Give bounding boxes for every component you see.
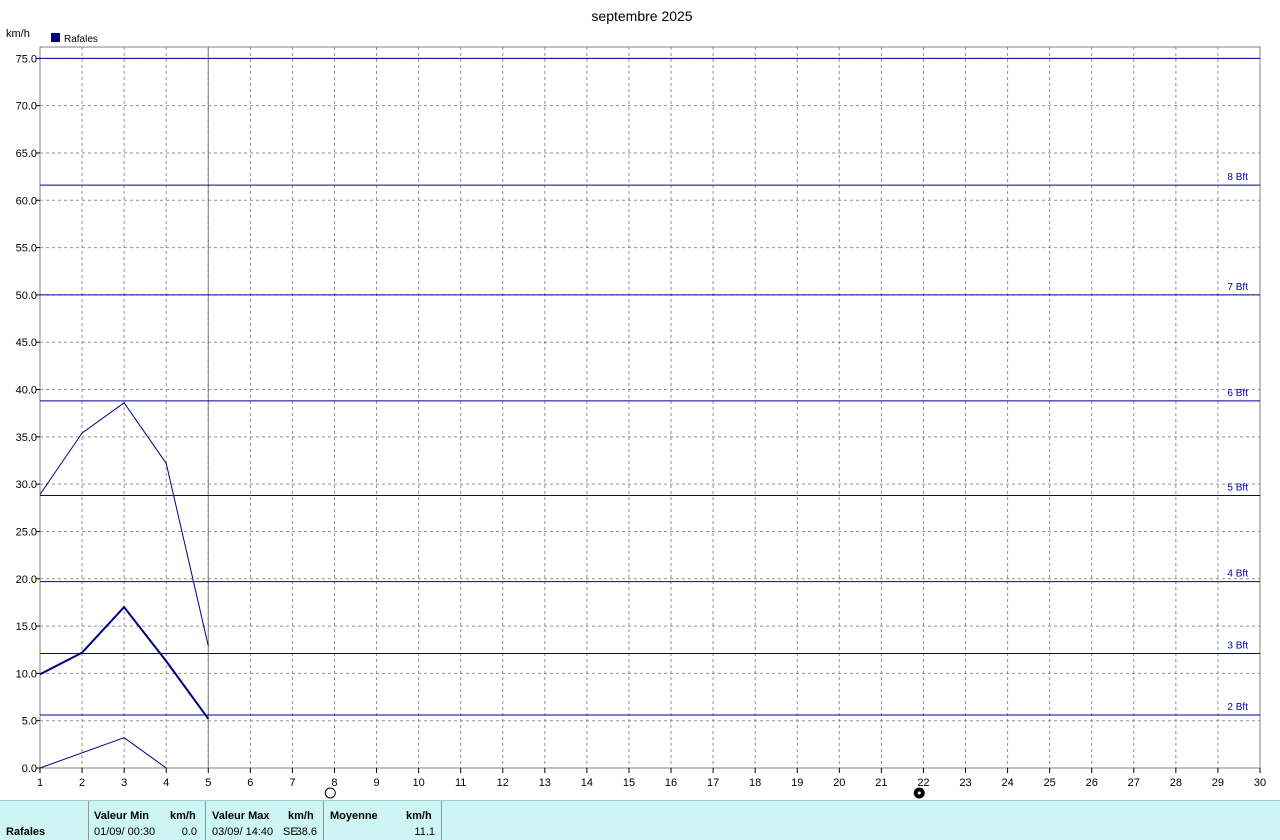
x-tick-label: 15 [623, 777, 635, 789]
x-tick-label: 26 [1086, 777, 1098, 789]
x-tick-label: 13 [539, 777, 551, 789]
chart-title: septembre 2025 [591, 8, 692, 24]
x-tick-label: 17 [707, 777, 719, 789]
beaufort-label: 3 Bft [1227, 641, 1248, 652]
x-tick-label: 14 [581, 777, 593, 789]
x-tick-label: 10 [412, 777, 424, 789]
x-tick-label: 20 [833, 777, 845, 789]
avg-unit: km/h [406, 810, 432, 822]
x-tick-label: 28 [1170, 777, 1182, 789]
y-tick-label: 5.0 [22, 716, 37, 728]
legend-swatch [51, 33, 60, 42]
x-tick-label: 30 [1254, 777, 1266, 789]
beaufort-label: 7 Bft [1227, 282, 1248, 293]
beaufort-label: 6 Bft [1227, 388, 1248, 399]
x-tick-label: 4 [163, 777, 169, 789]
chart: septembre 2025 km/h Rafales 2 Bft 3 Bft 4 … [6, 8, 1266, 799]
legend-label: Rafales [64, 34, 98, 45]
y-tick-label: 30.0 [16, 479, 37, 491]
y-tick-label: 45.0 [16, 337, 37, 349]
y-tick-label: 0.0 [22, 763, 37, 775]
x-tick-label: 22 [917, 777, 929, 789]
x-tick-label: 23 [959, 777, 971, 789]
stats-min-column: Valeur Min km/h 01/09/ 00:30 0.0 [0, 801, 206, 840]
x-tick-label: 9 [373, 777, 379, 789]
min-value: 0.0 [181, 826, 197, 838]
min-date: 01/09/ 00:30 [94, 826, 156, 838]
x-tick-label: 6 [247, 777, 253, 789]
beaufort-label: 4 Bft [1227, 569, 1248, 580]
stats-max-column: Valeur Max km/h 03/09/ 14:40 SE 38.6 [206, 801, 324, 840]
x-tick-label: 11 [455, 777, 466, 789]
max-value: 38.6 [295, 826, 317, 838]
x-tick-label: 19 [791, 777, 803, 789]
x-tick-label: 27 [1128, 777, 1140, 789]
y-tick-label: 20.0 [16, 574, 37, 586]
max-unit: km/h [288, 810, 314, 822]
y-tick-label: 60.0 [16, 195, 37, 207]
x-tick-label: 24 [1001, 777, 1013, 789]
x-tick-label: 16 [665, 777, 677, 789]
max-date: 03/09/ 14:40 [212, 826, 274, 838]
x-tick-label: 18 [749, 777, 761, 789]
y-tick-label: 70.0 [16, 101, 37, 113]
full-moon-icon [324, 787, 336, 799]
stats-avg-column: Moyenne km/h 11.1 [324, 801, 442, 840]
min-header: Valeur Min [94, 810, 150, 822]
y-tick-label: 40.0 [16, 385, 37, 397]
x-tick-label: 21 [875, 777, 887, 789]
x-tick-label: 7 [289, 777, 295, 789]
y-tick-label: 35.0 [16, 432, 37, 444]
y-tick-label: 25.0 [16, 526, 37, 538]
y-tick-label: 15.0 [16, 621, 37, 633]
x-tick-label: 8 [331, 777, 337, 789]
avg-value: 11.1 [414, 826, 435, 838]
x-tick-label: 2 [79, 777, 85, 789]
stats-bar: Rafales Valeur Min km/h 01/09/ 00:30 0.0… [0, 800, 1280, 840]
x-tick-label: 25 [1044, 777, 1056, 789]
y-tick-label: 65.0 [16, 148, 37, 160]
max-header: Valeur Max [212, 810, 270, 822]
x-tick-label: 29 [1212, 777, 1224, 789]
x-tick-label: 1 [37, 777, 43, 789]
y-tick-label: 55.0 [16, 243, 37, 255]
new-moon-highlight [917, 791, 921, 795]
y-tick-label: 10.0 [16, 668, 37, 680]
y-axis-unit: km/h [6, 28, 30, 40]
avg-header: Moyenne [330, 810, 378, 822]
plot-area [39, 46, 1261, 769]
x-tick-label: 5 [205, 777, 211, 789]
y-tick-label: 75.0 [16, 53, 37, 65]
x-tick-label: 3 [121, 777, 127, 789]
beaufort-label: 8 Bft [1227, 172, 1248, 183]
x-tick-label: 12 [497, 777, 509, 789]
y-tick-label: 50.0 [16, 290, 37, 302]
beaufort-label: 2 Bft [1227, 702, 1248, 713]
beaufort-label: 5 Bft [1227, 482, 1248, 493]
min-unit: km/h [170, 810, 196, 822]
